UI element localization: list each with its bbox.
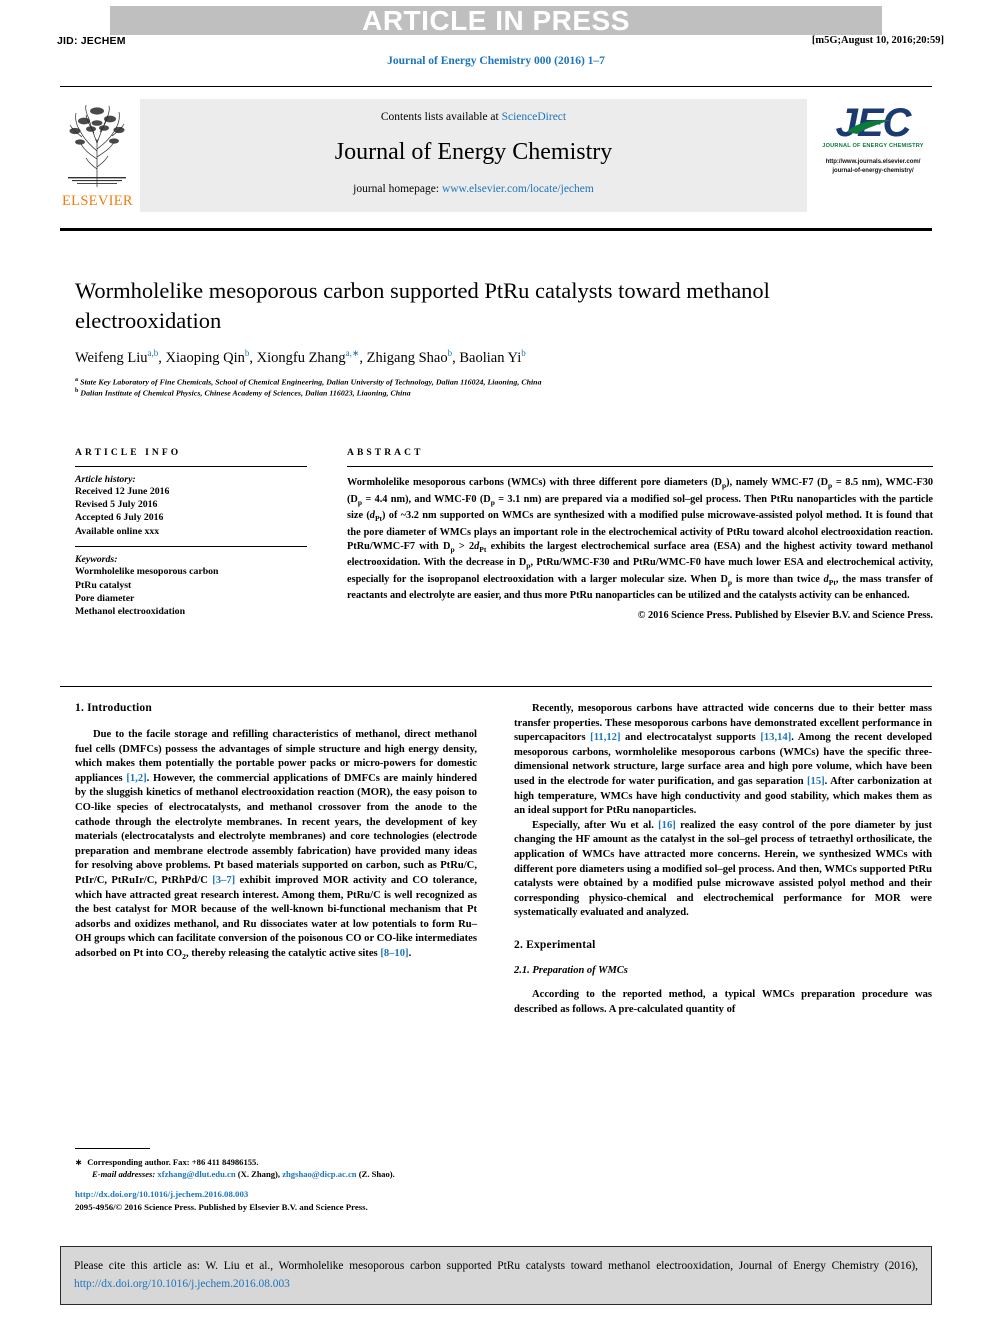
footnote-rule xyxy=(75,1148,150,1150)
running-head: Journal of Energy Chemistry 000 (2016) 1… xyxy=(387,55,605,67)
corresponding-author-note: ∗ Corresponding author. Fax: +86 411 8498… xyxy=(75,1156,477,1168)
history-line: Accepted 6 July 2016 xyxy=(75,512,164,524)
body-rule xyxy=(60,686,932,687)
email-owner-2: (Z. Shao). xyxy=(358,1169,395,1180)
journal-homepage-line: journal homepage: www.elsevier.com/locat… xyxy=(140,183,807,195)
abstract-column: ABSTRACT Wormholelike mesoporous carbons… xyxy=(347,448,933,621)
experimental-paragraph-1: According to the reported method, a typi… xyxy=(514,988,932,1015)
email-link-1[interactable]: xfzhang@dlut.edu.cn xyxy=(157,1169,235,1179)
section-heading-experimental: 2. Experimental xyxy=(514,938,596,951)
cite-this-article-box: Please cite this article as: W. Liu et a… xyxy=(60,1246,932,1305)
history-line: Revised 5 July 2016 xyxy=(75,499,158,511)
abstract-heading: ABSTRACT xyxy=(347,448,424,458)
masthead-rule xyxy=(60,228,932,231)
elsevier-wordmark: ELSEVIER xyxy=(62,193,133,209)
affiliation-a-text: State Key Laboratory of Fine Chemicals, … xyxy=(80,377,542,387)
body-column-right: Recently, mesoporous carbons have attrac… xyxy=(514,702,932,1017)
article-info-column: ARTICLE INFO Article history: Received 1… xyxy=(75,448,307,618)
abstract-rule xyxy=(347,466,933,467)
body-column-left: 1. Introduction Due to the facile storag… xyxy=(75,702,477,965)
jec-logo: JEC JOURNAL OF ENERGY CHEMISTRY http://w… xyxy=(814,101,932,211)
jec-logo-text-wrap: JEC xyxy=(814,101,932,145)
footnote-block: ∗ Corresponding author. Fax: +86 411 8498… xyxy=(75,1156,477,1181)
journal-id: JID: JECHEM xyxy=(57,35,126,47)
section-heading-introduction: 1. Introduction xyxy=(75,702,152,714)
header-rule xyxy=(60,86,932,87)
contents-line: Contents lists available at ScienceDirec… xyxy=(140,111,807,123)
email-link-2[interactable]: zhgshao@dicp.ac.cn xyxy=(282,1169,356,1179)
email-owner-1: (X. Zhang), xyxy=(237,1169,281,1180)
email-label: E-mail addresses: xyxy=(92,1169,156,1180)
journal-masthead: ELSEVIER Contents lists available at Sci… xyxy=(62,97,932,215)
contents-prefix: Contents lists available at xyxy=(380,111,502,123)
leaf-icon xyxy=(847,119,891,134)
cite-text: Please cite this article as: W. Liu et a… xyxy=(74,1260,918,1272)
abstract-text: Wormholelike mesoporous carbons (WMCs) w… xyxy=(347,477,934,602)
keywords-label: Keywords: xyxy=(75,554,118,566)
article-page: ARTICLE IN PRESS JID: JECHEM [m5G;August… xyxy=(0,0,992,1323)
jec-logo-subtitle: JOURNAL OF ENERGY CHEMISTRY xyxy=(822,143,924,149)
author-list: Weifeng Liua,b, Xiaoping Qinb, Xiongfu Z… xyxy=(75,348,526,366)
issn-copyright-line: 2095-4956/© 2016 Science Press. Publishe… xyxy=(75,1201,368,1212)
journal-title: Journal of Energy Chemistry xyxy=(334,139,613,165)
elsevier-logo: ELSEVIER xyxy=(62,97,133,215)
affiliation-b: b Dalian Institute of Chemical Physics, … xyxy=(75,388,411,398)
homepage-prefix: journal homepage: xyxy=(353,183,442,195)
corresponding-author-text: Corresponding author. Fax: +86 411 84986… xyxy=(87,1157,259,1167)
keyword-item: Pore diameter xyxy=(75,592,135,604)
cite-doi-link[interactable]: http://dx.doi.org/10.1016/j.jechem.2016.… xyxy=(74,1278,290,1290)
email-note: E-mail addresses: xfzhang@dlut.edu.cn (X… xyxy=(75,1168,477,1180)
sciencedirect-link[interactable]: ScienceDirect xyxy=(502,111,567,123)
right-paragraph-2: Especially, after Wu et al. [16] realize… xyxy=(514,819,933,919)
doi-link[interactable]: http://dx.doi.org/10.1016/j.jechem.2016.… xyxy=(75,1188,535,1201)
jec-url-line-2: journal-of-energy-chemistry/ xyxy=(832,167,914,174)
right-paragraph-1: Recently, mesoporous carbons have attrac… xyxy=(514,703,932,817)
article-in-press-watermark: ARTICLE IN PRESS xyxy=(362,6,630,35)
page-title: Wormholelike mesoporous carbon supported… xyxy=(75,278,770,333)
keywords-rule xyxy=(75,545,307,548)
affiliation-b-text: Dalian Institute of Chemical Physics, Ch… xyxy=(80,388,411,398)
elsevier-tree-icon xyxy=(68,104,126,187)
keyword-item: PtRu catalyst xyxy=(75,579,132,591)
subsection-heading-preparation: 2.1. Preparation of WMCs xyxy=(514,964,628,976)
journal-homepage-link[interactable]: www.elsevier.com/locate/jechem xyxy=(442,183,594,195)
intro-paragraph-1: Due to the facile storage and refilling … xyxy=(75,729,478,962)
abstract-copyright: © 2016 Science Press. Published by Elsev… xyxy=(637,610,933,622)
jec-logo-url: http://www.journals.elsevier.com/ journa… xyxy=(814,158,932,175)
history-line: Received 12 June 2016 xyxy=(75,486,170,497)
typesetter-stamp: [m5G;August 10, 2016;20:59] xyxy=(811,35,944,46)
jec-url-line-1: http://www.journals.elsevier.com/ xyxy=(825,159,921,165)
doi-footer-block: http://dx.doi.org/10.1016/j.jechem.2016.… xyxy=(75,1188,535,1213)
affiliation-a: a State Key Laboratory of Fine Chemicals… xyxy=(75,377,542,387)
masthead-center: Contents lists available at ScienceDirec… xyxy=(140,99,807,212)
article-history-label: Article history: xyxy=(75,474,136,485)
article-info-heading: ARTICLE INFO xyxy=(75,448,182,458)
history-line: Available online xxx xyxy=(75,525,160,537)
asterisk-icon: ∗ xyxy=(75,1157,83,1167)
keyword-item: Wormholelike mesoporous carbon xyxy=(75,566,219,578)
keyword-item: Methanol electrooxidation xyxy=(75,606,186,618)
article-info-rule xyxy=(75,466,307,467)
article-in-press-band: ARTICLE IN PRESS xyxy=(110,6,882,35)
